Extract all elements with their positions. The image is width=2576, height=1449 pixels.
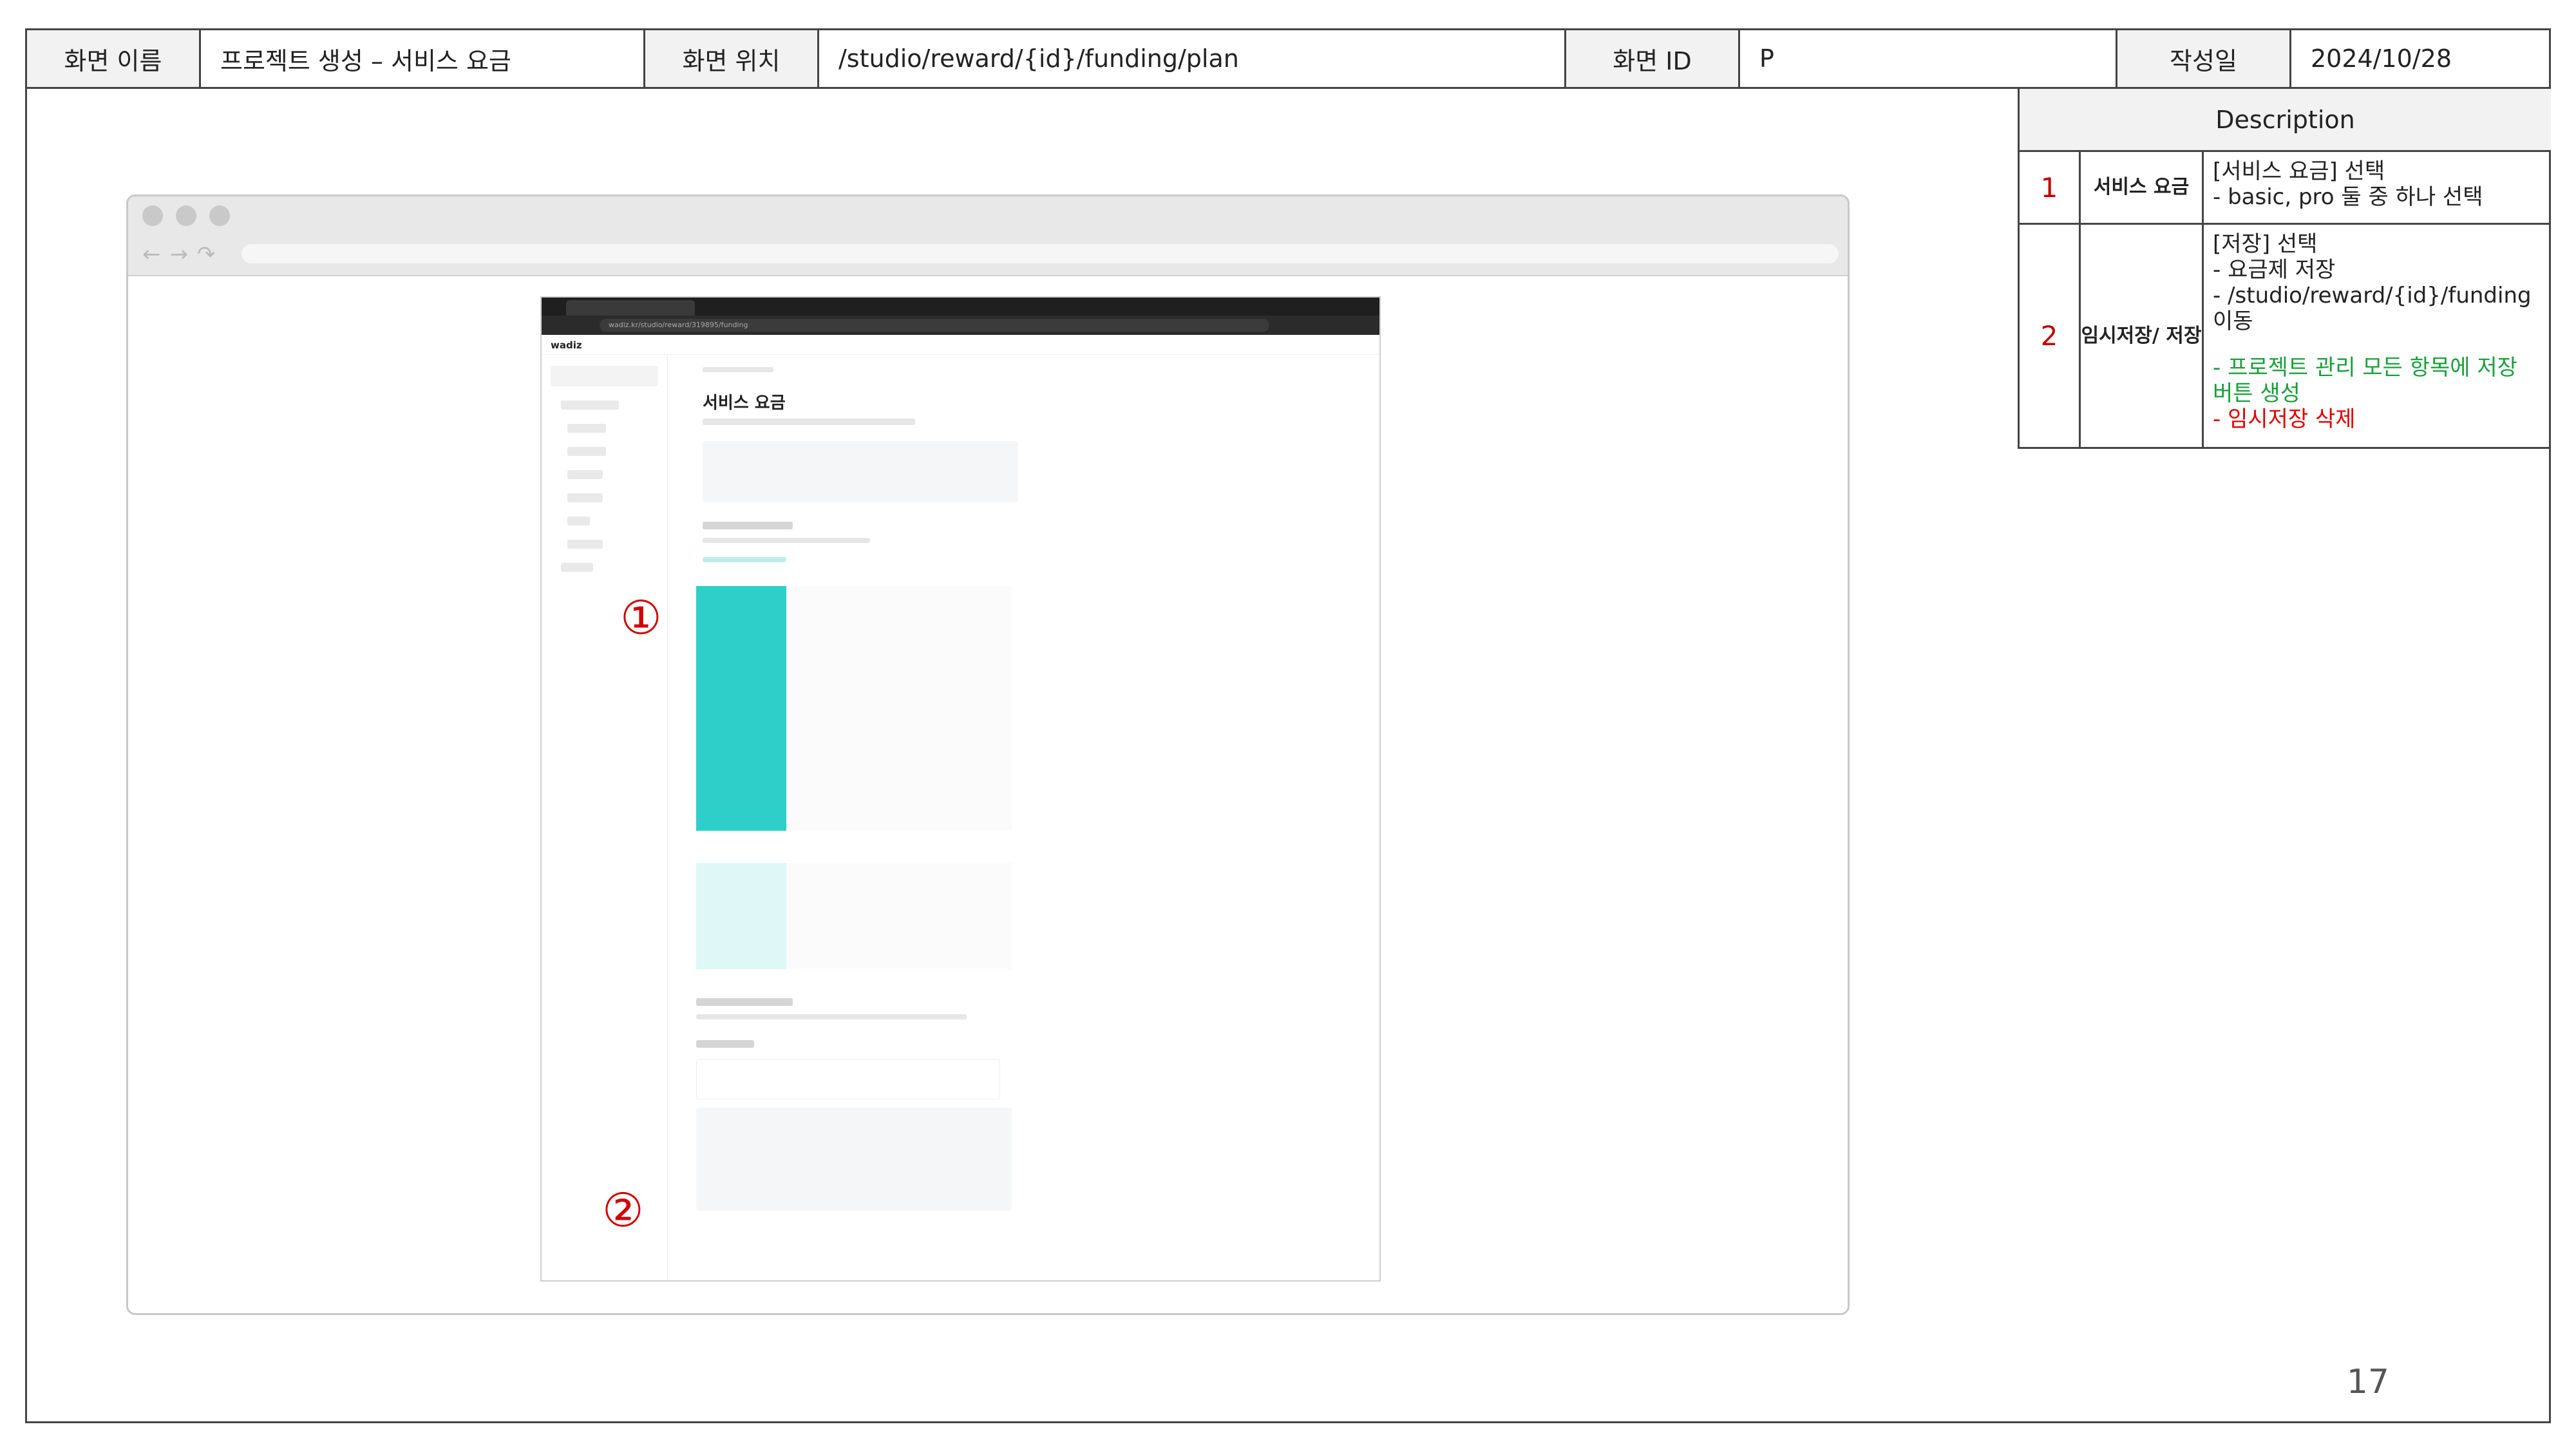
screen-id-label: 화면 ID	[1566, 30, 1740, 87]
address-bar[interactable]	[242, 244, 1839, 263]
sidebar-item	[567, 470, 603, 479]
plan-card-basic[interactable]	[696, 863, 786, 969]
inner-url-field: wadiz.kr/studio/reward/319895/funding	[600, 319, 1269, 332]
sidebar-item	[567, 516, 590, 526]
subtitle-line	[703, 419, 915, 425]
inner-sidebar	[542, 354, 668, 1280]
browser-nav-icons: ←→↷	[142, 242, 225, 267]
screen-location-value: /studio/reward/{id}/funding/plan	[819, 30, 1566, 87]
marker-1: ①	[620, 591, 662, 645]
inner-tab	[566, 300, 695, 316]
description-table: Description 1 서비스 요금 [서비스 요금] 선택 - basic…	[2018, 89, 2551, 449]
row-text: [서비스 요금] 선택 - basic, pro 둘 중 하나 선택	[2204, 152, 2551, 223]
inner-main-content: 서비스 요금	[696, 354, 1379, 1280]
section-sub-line	[703, 538, 870, 543]
date-value: 2024/10/28	[2311, 44, 2452, 73]
sidebar-item	[567, 540, 603, 549]
row-line: [서비스 요금] 선택	[2213, 158, 2385, 184]
base-fee-price-line	[696, 1040, 754, 1048]
embedded-screenshot: wadiz.kr/studio/reward/319895/funding wa…	[540, 296, 1381, 1282]
screen-name-label: 화면 이름	[27, 30, 201, 87]
base-fee-sub-line	[696, 1014, 967, 1019]
screen-name-value: 프로젝트 생성 – 서비스 요금	[201, 30, 645, 87]
inner-app-header: wadiz	[542, 335, 1379, 355]
screen-location-label: 화면 위치	[645, 30, 819, 87]
inner-page-title: 서비스 요금	[703, 393, 786, 413]
marker-2: ②	[602, 1183, 644, 1237]
date-label: 작성일	[2117, 30, 2291, 87]
section-title-line	[703, 522, 793, 529]
inner-url-bar: wadiz.kr/studio/reward/319895/funding	[542, 316, 1379, 335]
window-dot-icon	[142, 205, 163, 226]
description-row: 1 서비스 요금 [서비스 요금] 선택 - basic, pro 둘 중 하나…	[2020, 152, 2551, 225]
sidebar-card	[551, 366, 658, 386]
notice-box	[703, 441, 1018, 502]
row-line-red: - 임시저장 삭제	[2213, 406, 2356, 432]
browser-toolbar: ←→↷	[128, 196, 1848, 276]
row-text: [저장] 선택 - 요금제 저장 - /studio/reward/{id}/f…	[2204, 225, 2551, 447]
row-name: 서비스 요금	[2081, 152, 2204, 223]
screen-id-value: P	[1740, 30, 2117, 87]
sidebar-item	[567, 493, 603, 502]
sidebar-item	[561, 563, 593, 572]
sidebar-item	[561, 401, 619, 410]
row-line: - 요금제 저장	[2213, 257, 2336, 283]
plan-card-pro-detail	[786, 586, 1012, 831]
plan-card-basic-detail	[786, 863, 1012, 969]
plan-card-pro[interactable]	[696, 586, 786, 831]
page-number: 17	[2346, 1363, 2389, 1401]
base-fee-title-line	[696, 998, 793, 1006]
spec-header-table: 화면 이름 프로젝트 생성 – 서비스 요금 화면 위치 /studio/rew…	[25, 28, 2551, 89]
base-fee-note-box	[696, 1059, 1000, 1099]
row-line: - /studio/reward/{id}/funding 이동	[2213, 283, 2532, 334]
browser-mockup: ←→↷ wadiz.kr/studio/reward/319895/fundin…	[126, 194, 1850, 1315]
breadcrumb-line	[703, 367, 773, 372]
row-line-green: - 프로젝트 관리 모든 항목에 저장 버튼 생성	[2213, 355, 2517, 406]
row-line: - basic, pro 둘 중 하나 선택	[2213, 184, 2483, 210]
base-fee-benefit-box	[696, 1108, 1012, 1211]
row-line: [저장] 선택	[2213, 231, 2318, 257]
description-row: 2 임시저장/ 저장 [저장] 선택 - 요금제 저장 - /studio/re…	[2020, 225, 2551, 447]
row-number: 2	[2020, 225, 2081, 447]
inner-tab-bar	[542, 298, 1379, 316]
description-title: Description	[2020, 89, 2551, 152]
window-dot-icon	[209, 205, 230, 226]
sidebar-item	[567, 424, 606, 433]
plan-link-line[interactable]	[703, 557, 786, 562]
row-name: 임시저장/ 저장	[2081, 225, 2204, 447]
sidebar-item	[567, 447, 606, 456]
window-dot-icon	[176, 205, 196, 226]
row-number: 1	[2020, 152, 2081, 223]
wadiz-logo: wadiz	[551, 339, 582, 351]
